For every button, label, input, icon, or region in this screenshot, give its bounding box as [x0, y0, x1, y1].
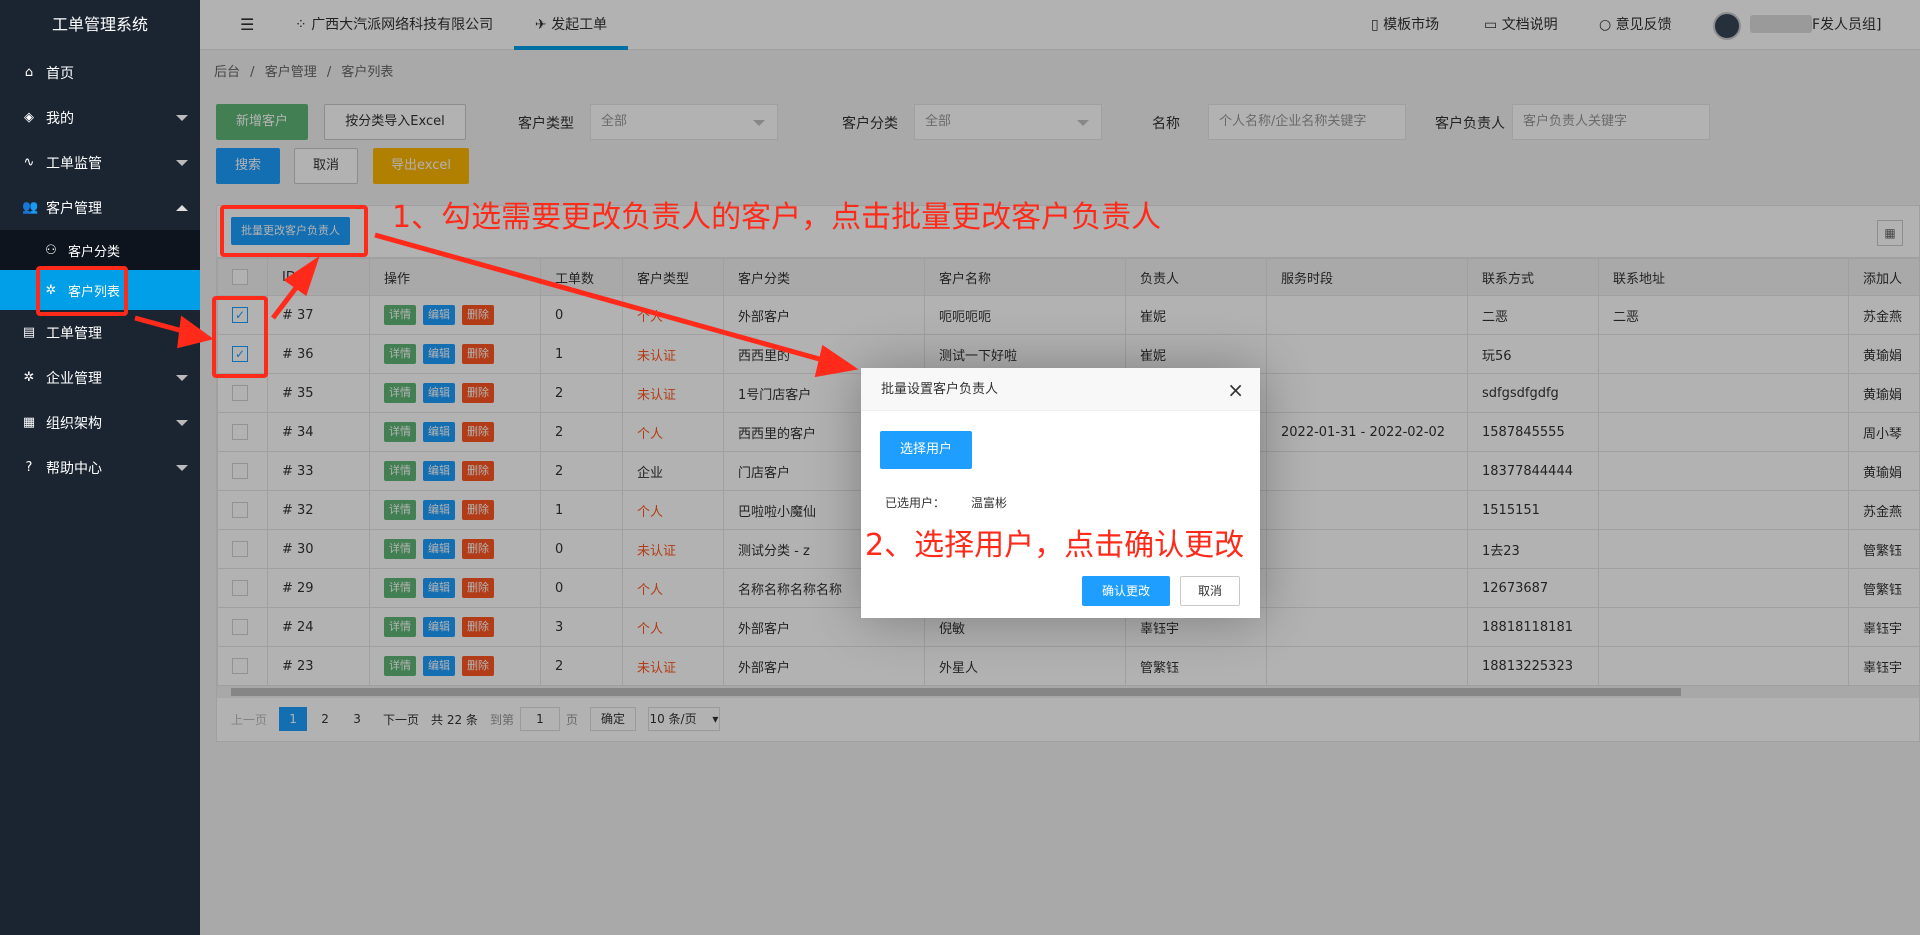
arrow-to-dialog	[374, 232, 831, 365]
arrow-head	[814, 344, 859, 378]
annotation-arrows	[134, 232, 859, 378]
arrow-head	[283, 255, 320, 296]
arrow-head	[177, 315, 214, 349]
